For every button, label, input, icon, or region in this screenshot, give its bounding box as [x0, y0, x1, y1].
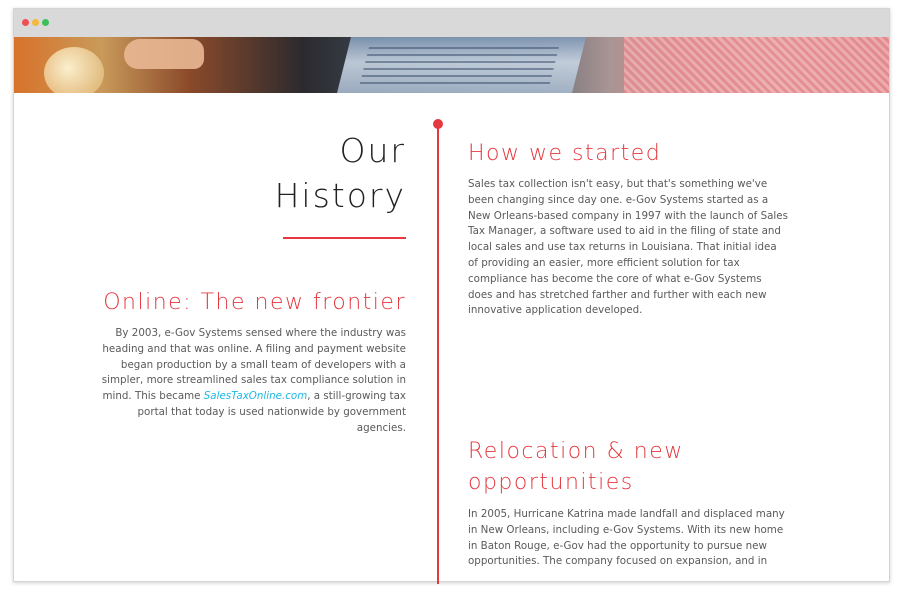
hero-shirt-shape [624, 37, 889, 93]
hero-tablet-content [359, 47, 559, 87]
section-body-started: Sales tax collection isn't easy, but tha… [468, 178, 788, 317]
hero-hand-shape [124, 39, 204, 69]
timeline-line [437, 124, 439, 584]
timeline-dot [433, 119, 443, 129]
window-titlebar [14, 9, 889, 37]
page-title-line1: Our [339, 131, 406, 170]
maximize-window-icon[interactable] [42, 19, 49, 26]
minimize-window-icon[interactable] [32, 19, 39, 26]
section-body-online: By 2003, e-Gov Systems sensed where the … [96, 326, 406, 437]
salestaxonline-link[interactable]: SalesTaxOnline.com [204, 390, 308, 402]
close-window-icon[interactable] [22, 19, 29, 26]
hero-glass-shape [44, 47, 104, 93]
section-title-relocation: Relocation & new opportunities [468, 439, 684, 495]
title-divider [283, 237, 406, 239]
section-body-relocation: In 2005, Hurricane Katrina made landfall… [468, 508, 785, 568]
hero-banner-image [14, 37, 889, 93]
section-title-online: Online: The new frontier [103, 290, 406, 315]
section-title-started: How we started [468, 141, 662, 166]
page-title: Our History [200, 128, 406, 218]
page-title-line2: History [274, 176, 406, 215]
